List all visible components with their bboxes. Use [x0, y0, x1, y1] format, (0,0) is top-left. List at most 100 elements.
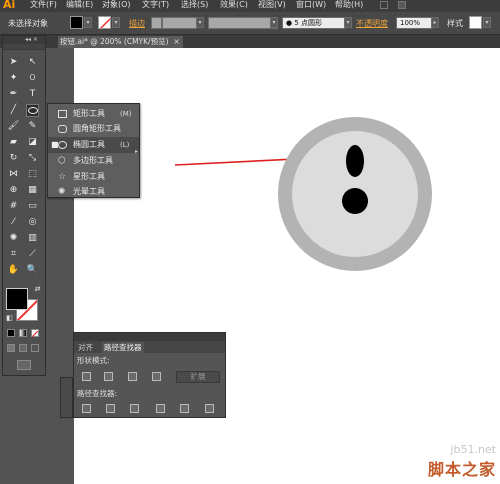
flyout-item-star[interactable]: ☆ 星形工具 [48, 169, 139, 185]
arrange-documents-icon[interactable] [398, 1, 406, 9]
collapsed-panel-strip[interactable] [60, 377, 73, 418]
menu-edit[interactable]: 编辑(E) [66, 0, 93, 10]
symbol-sprayer-icon[interactable]: ✺ [7, 232, 20, 245]
brush-dropdown[interactable]: ▾ [344, 17, 352, 28]
swap-colors-icon[interactable]: ⇄ [31, 283, 44, 296]
tools-panel-grip[interactable] [3, 44, 45, 50]
pencil-icon[interactable]: ✎ [26, 120, 39, 133]
profile-dropdown[interactable]: ▾ [270, 17, 278, 28]
intersect-icon[interactable] [128, 372, 137, 381]
control-bar: 未选择对象 ▾ ▾ 描边 ▾ ▾ ● 5 点圆形 ▾ 不透明度 100% ▸ 样… [0, 12, 500, 35]
opacity-link[interactable]: 不透明度 [356, 18, 388, 29]
rotate-icon[interactable]: ↻ [7, 152, 20, 165]
menu-help[interactable]: 帮助(H) [335, 0, 363, 10]
variable-width-profile[interactable] [208, 17, 278, 29]
default-colors-icon[interactable]: ◧ [3, 312, 16, 325]
eraser-icon[interactable]: ◪ [26, 136, 39, 149]
menu-window[interactable]: 窗口(W) [296, 0, 326, 10]
draw-normal-icon[interactable] [7, 344, 15, 352]
menu-object[interactable]: 对象(O) [102, 0, 131, 10]
flyout-item-flare[interactable]: ✺ 光晕工具 [48, 184, 139, 200]
fill-swatch[interactable] [70, 16, 83, 29]
menu-file[interactable]: 文件(F) [30, 0, 57, 10]
width-tool-icon[interactable]: ⋈ [7, 168, 20, 181]
tearoff-arrow-icon[interactable]: ▸ [135, 148, 138, 155]
minus-back-icon[interactable] [205, 404, 214, 413]
mesh-icon[interactable]: # [7, 200, 20, 213]
style-dropdown[interactable]: ▾ [483, 17, 491, 28]
type-tool-icon[interactable]: T [26, 88, 39, 101]
flyout-item-polygon[interactable]: ⬡ 多边形工具 [48, 153, 139, 169]
stroke-link[interactable]: 描边 [129, 18, 145, 29]
style-label: 样式 [447, 19, 463, 28]
flyout-shortcut: (L) [120, 141, 130, 149]
exclude-icon[interactable] [152, 372, 161, 381]
shape-builder-icon[interactable]: ⊕ [7, 184, 20, 197]
gradient-icon[interactable]: ▭ [26, 200, 39, 213]
direct-selection-icon[interactable]: ↖ [26, 56, 39, 69]
artboard-icon[interactable]: ⌗ [7, 248, 20, 261]
button-bottom-dot[interactable] [342, 188, 368, 214]
divide-icon[interactable] [82, 404, 91, 413]
tab-align[interactable]: 对齐 [76, 342, 95, 353]
outline-icon[interactable] [180, 404, 189, 413]
flyout-item-rounded-rectangle[interactable]: 圆角矩形工具 [48, 121, 139, 137]
stroke-dropdown[interactable]: ▾ [112, 17, 120, 28]
slice-icon[interactable]: ⟋ [26, 248, 39, 261]
menu-effect[interactable]: 效果(C) [220, 0, 248, 10]
blend-icon[interactable]: ◎ [26, 216, 39, 229]
menu-view[interactable]: 视图(V) [258, 0, 286, 10]
opacity-dropdown[interactable]: ▸ [431, 17, 439, 28]
close-icon[interactable]: × [173, 36, 180, 48]
menu-select[interactable]: 选择(S) [181, 0, 208, 10]
fill-color-box[interactable] [6, 288, 28, 310]
ellipse-icon [58, 141, 67, 149]
selection-tool-icon[interactable]: ➤ [7, 56, 20, 69]
zoom-icon[interactable]: 🔍 [26, 264, 39, 277]
flyout-item-ellipse[interactable]: ■ 椭圆工具 (L) [48, 137, 139, 153]
paintbrush-icon[interactable]: 🖌 [7, 120, 20, 133]
flyout-item-rectangle[interactable]: 矩形工具 (M) [48, 106, 139, 122]
screen-mode-icon[interactable] [17, 360, 31, 370]
eyedropper-icon[interactable]: ⁄ [7, 216, 20, 229]
ellipse-tool-icon[interactable] [26, 104, 39, 117]
pen-tool-icon[interactable]: ✒ [7, 88, 20, 101]
stroke-weight-field[interactable] [162, 17, 197, 29]
draw-behind-icon[interactable] [19, 344, 27, 352]
menu-type[interactable]: 文字(T) [142, 0, 169, 10]
none-mode-icon[interactable] [31, 329, 39, 338]
workspace-switcher-icon[interactable] [380, 1, 388, 9]
fill-dropdown[interactable]: ▾ [84, 17, 92, 28]
stroke-swatch[interactable] [98, 16, 111, 29]
crop-icon[interactable] [156, 404, 165, 413]
flyout-item-label: 椭圆工具 [73, 140, 105, 149]
button-top-dot[interactable] [346, 145, 364, 177]
tab-pathfinder[interactable]: 路径查找器 [102, 342, 144, 353]
color-mode-icon[interactable] [7, 329, 15, 337]
draw-inside-icon[interactable] [31, 344, 39, 352]
line-tool-icon[interactable]: ╱ [7, 104, 20, 117]
hand-icon[interactable]: ✋ [7, 264, 20, 277]
magic-wand-icon[interactable]: ✦ [7, 72, 20, 85]
opacity-field[interactable]: 100% [396, 17, 432, 29]
brush-definition[interactable]: ● 5 点圆形 [282, 17, 345, 29]
free-transform-icon[interactable]: ⬚ [26, 168, 39, 181]
blob-brush-icon[interactable]: ▰ [7, 136, 20, 149]
scale-icon[interactable]: ⤡ [26, 152, 39, 165]
stroke-weight-dropdown[interactable]: ▾ [196, 17, 204, 28]
merge-icon[interactable] [130, 404, 139, 413]
expand-button[interactable]: 扩展 [176, 371, 220, 383]
perspective-grid-icon[interactable]: ▦ [26, 184, 39, 197]
pathfinder-panel-header[interactable] [74, 333, 225, 341]
unite-icon[interactable] [82, 372, 91, 381]
minus-front-icon[interactable] [104, 372, 113, 381]
stroke-weight-spinner[interactable] [151, 17, 162, 29]
lasso-icon[interactable]: ଠ [26, 72, 39, 85]
graphic-style-swatch[interactable] [469, 16, 482, 29]
tools-panel-header[interactable]: ◂◂ × [3, 36, 45, 44]
document-tab[interactable]: 按钮.ai* @ 200% (CMYK/预览) × [58, 36, 183, 48]
trim-icon[interactable] [106, 404, 115, 413]
column-graph-icon[interactable]: ▥ [26, 232, 39, 245]
ellipse-glyph [27, 107, 38, 114]
gradient-mode-icon[interactable] [19, 329, 27, 337]
